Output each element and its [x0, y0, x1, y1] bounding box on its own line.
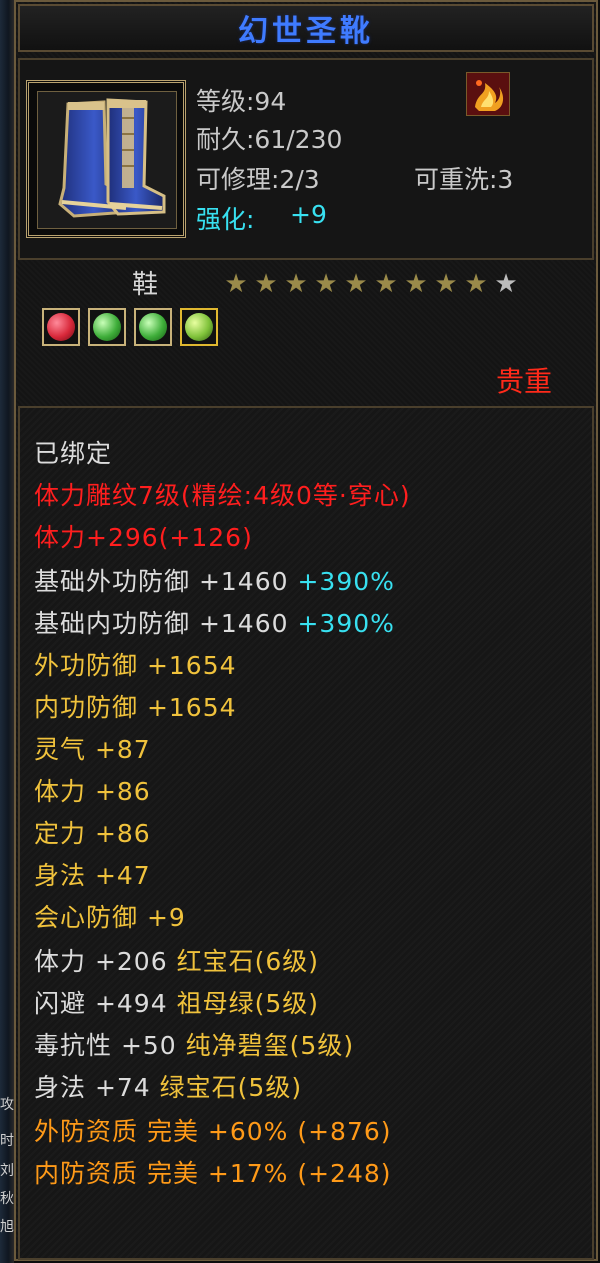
- star-filled-icon: ★: [344, 269, 368, 299]
- red-gem-icon: [47, 313, 75, 341]
- edge-char: 攻: [0, 1097, 14, 1113]
- gem-stat-line: 体力 +206 红宝石(6级): [34, 942, 319, 978]
- gem-stat: 闪避 +494: [34, 989, 168, 1018]
- emerald-gem-icon: [93, 313, 121, 341]
- edge-char: 秋: [0, 1191, 14, 1207]
- gem-name: 纯净碧玺(5级): [185, 1031, 355, 1060]
- gem-socket[interactable]: [180, 308, 218, 346]
- gem-stat: 毒抗性 +50: [34, 1031, 177, 1060]
- rewashable-text: 可重洗:3: [414, 165, 514, 194]
- gem-name: 红宝石(6级): [176, 947, 319, 976]
- outer-quality-line: 外防资质 完美 +60% (+876): [34, 1117, 392, 1146]
- title-bar: 幻世圣靴: [18, 4, 594, 52]
- equipment-type-label: 鞋: [132, 270, 159, 300]
- star-filled-icon: ★: [224, 269, 248, 299]
- edge-char: 旭: [0, 1219, 14, 1235]
- gem-stat-line: 身法 +74 绿宝石(5级): [34, 1068, 302, 1104]
- engraving-line: 体力雕纹7级(精绘:4级0等·穿心): [34, 481, 411, 510]
- star-filled-icon: ★: [314, 269, 338, 299]
- crit-defense-line: 会心防御 +9: [34, 903, 186, 932]
- gem-stat: 体力 +206: [34, 947, 168, 976]
- stamina-line: 体力 +86: [34, 777, 151, 806]
- stamina-total-line: 体力+296(+126): [34, 523, 253, 552]
- gem-socket[interactable]: [42, 308, 80, 346]
- bound-status: 已绑定: [34, 439, 113, 468]
- base-outer-defense-pct: +390%: [297, 567, 395, 596]
- base-inner-defense-pct: +390%: [297, 609, 395, 638]
- gem-socket[interactable]: [134, 308, 172, 346]
- gem-stat-line: 闪避 +494 祖母绿(5级): [34, 984, 319, 1020]
- enhance-star-rating: ★ ★ ★ ★ ★ ★ ★ ★ ★ ★: [222, 270, 520, 298]
- rarity-label: 贵重: [496, 365, 553, 398]
- focus-line: 定力 +86: [34, 819, 151, 848]
- green-gem-icon: [139, 313, 167, 341]
- star-empty-icon: ★: [494, 269, 518, 299]
- star-filled-icon: ★: [434, 269, 458, 299]
- jade-gem-icon: [185, 313, 213, 341]
- star-filled-icon: ★: [284, 269, 308, 299]
- gem-sockets: [42, 308, 218, 346]
- base-outer-defense-line: 基础外功防御 +1460 +390%: [34, 562, 395, 598]
- edge-char: 时: [0, 1133, 14, 1149]
- star-filled-icon: ★: [254, 269, 278, 299]
- item-title: 幻世圣靴: [238, 14, 374, 49]
- left-background-strip: 攻 时 刘 秋 旭: [0, 0, 14, 1263]
- inner-quality-line: 内防资质 完美 +17% (+248): [34, 1159, 392, 1188]
- outer-defense-line: 外功防御 +1654: [34, 651, 237, 680]
- agility-line: 身法 +47: [34, 861, 151, 890]
- gem-stat: 身法 +74: [34, 1073, 151, 1102]
- star-filled-icon: ★: [464, 269, 488, 299]
- blue-boots-icon: [37, 91, 177, 229]
- inner-defense-line: 内功防御 +1654: [34, 693, 237, 722]
- gem-stat-line: 毒抗性 +50 纯净碧玺(5级): [34, 1026, 354, 1062]
- star-filled-icon: ★: [404, 269, 428, 299]
- base-inner-defense-line: 基础内功防御 +1460 +390%: [34, 604, 395, 640]
- gem-name: 祖母绿(5级): [176, 989, 319, 1018]
- flame-emblem-icon: [466, 72, 510, 116]
- repairable-text: 可修理:2/3: [196, 165, 320, 194]
- base-inner-defense: 基础内功防御 +1460: [34, 609, 289, 638]
- spirit-line: 灵气 +87: [34, 735, 151, 764]
- edge-char: 刘: [0, 1163, 14, 1179]
- enhance-label: 强化:: [196, 205, 255, 234]
- item-icon-slot[interactable]: [26, 80, 186, 238]
- gem-name: 绿宝石(5级): [159, 1073, 303, 1102]
- durability-text: 耐久:61/230: [196, 125, 343, 154]
- level-text: 等级:94: [196, 87, 287, 116]
- gem-socket[interactable]: [88, 308, 126, 346]
- star-filled-icon: ★: [374, 269, 398, 299]
- enhance-value: +9: [290, 200, 327, 229]
- base-outer-defense: 基础外功防御 +1460: [34, 567, 289, 596]
